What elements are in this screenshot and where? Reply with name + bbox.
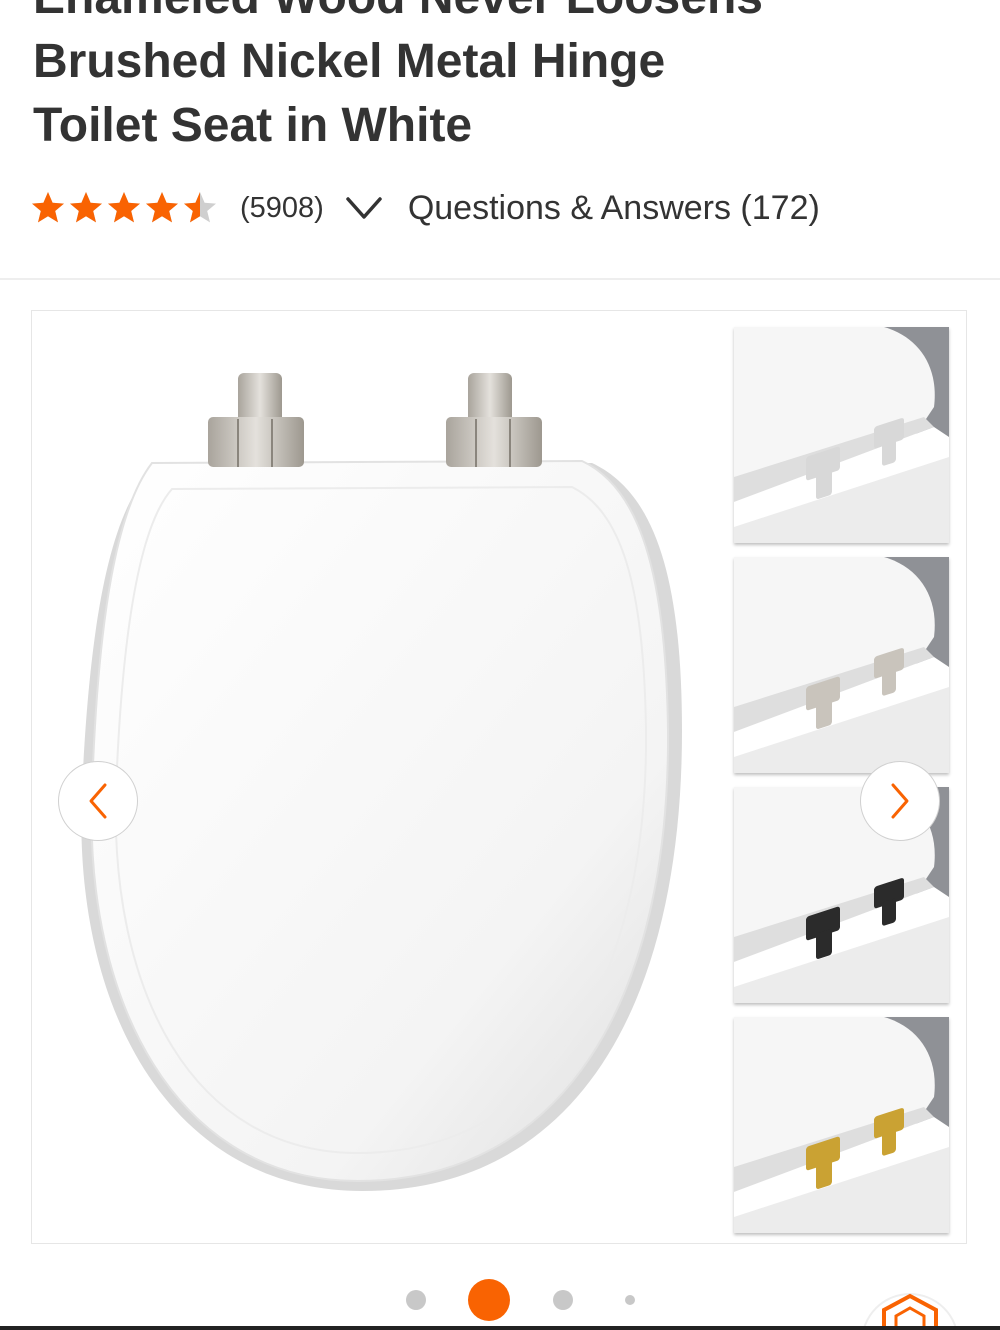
star-full-icon bbox=[32, 192, 64, 223]
rating-row: (5908) Questions & Answers (172) bbox=[30, 184, 820, 232]
bottom-edge bbox=[0, 1326, 1000, 1330]
star-rating[interactable] bbox=[30, 190, 218, 226]
star-full-icon bbox=[146, 192, 178, 223]
product-title-line-1: Enameled Wood Never Loosens bbox=[33, 0, 933, 30]
chevron-right-icon bbox=[891, 783, 909, 819]
thumbnail-brushed-nickel-hinge[interactable] bbox=[734, 557, 949, 773]
image-gallery bbox=[31, 310, 967, 1244]
pagination-dot[interactable] bbox=[406, 1290, 426, 1310]
chevron-down-icon[interactable] bbox=[344, 193, 384, 223]
star-half-icon bbox=[184, 192, 216, 223]
thumbnail-chrome-hinge[interactable] bbox=[734, 327, 949, 543]
review-count[interactable]: (5908) bbox=[240, 192, 324, 225]
pagination-dot-active[interactable] bbox=[468, 1279, 510, 1321]
floating-assistant-icon[interactable] bbox=[862, 1278, 958, 1330]
right-hinge bbox=[446, 373, 542, 467]
product-title-line-3: Toilet Seat in White bbox=[33, 99, 473, 152]
star-full-icon bbox=[108, 192, 140, 223]
main-product-image[interactable] bbox=[32, 311, 732, 1243]
star-full-icon bbox=[70, 192, 102, 223]
image-pagination bbox=[0, 1278, 1000, 1322]
chevron-left-icon bbox=[89, 783, 107, 819]
pagination-dot[interactable] bbox=[625, 1295, 635, 1305]
pagination-dot[interactable] bbox=[553, 1290, 573, 1310]
thumbnail-gold-hinge[interactable] bbox=[734, 1017, 949, 1233]
product-title-line-2: Brushed Nickel Metal Hinge bbox=[33, 35, 666, 88]
next-image-button[interactable] bbox=[860, 761, 940, 841]
previous-image-button[interactable] bbox=[58, 761, 138, 841]
left-hinge bbox=[208, 373, 304, 467]
questions-answers-link[interactable]: Questions & Answers (172) bbox=[408, 189, 820, 228]
section-divider bbox=[0, 278, 1000, 280]
product-title: Enameled Wood Never Loosens Brushed Nick… bbox=[33, 0, 933, 158]
